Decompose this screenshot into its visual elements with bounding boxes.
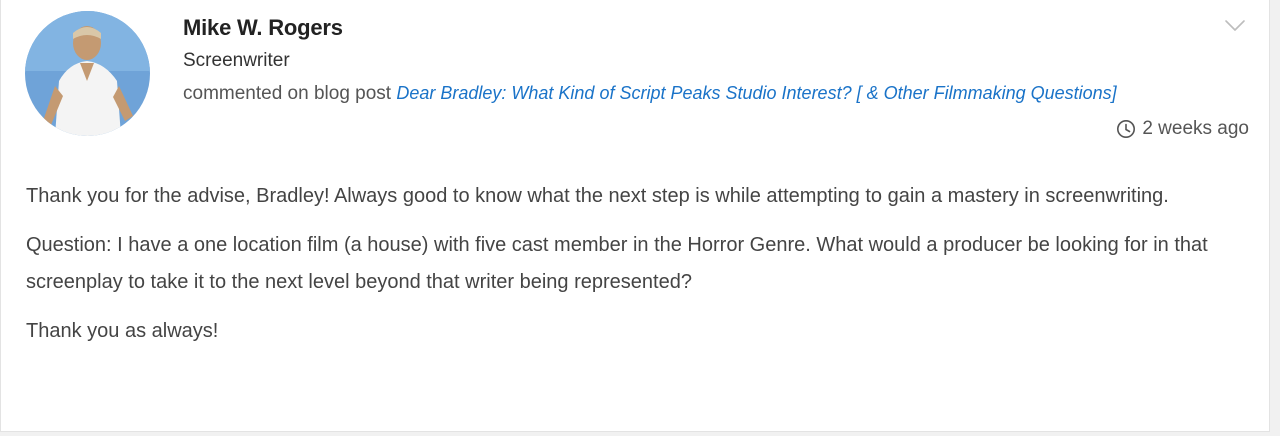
activity-line: commented on blog post Dear Bradley: Wha… <box>183 83 1117 105</box>
timestamp-label: 2 weeks ago <box>1142 118 1249 139</box>
comment-paragraph: Thank you for the advise, Bradley! Alway… <box>26 185 1169 207</box>
clock-icon <box>1116 119 1136 139</box>
timestamp: 2 weeks ago <box>1116 118 1249 140</box>
comment-body: Thank you for the advise, Bradley! Alway… <box>26 178 1246 362</box>
post-link[interactable]: Dear Bradley: What Kind of Script Peaks … <box>396 83 1116 103</box>
activity-prefix: commented on blog post <box>183 83 392 104</box>
avatar-photo <box>25 11 150 136</box>
author-role: Screenwriter <box>183 50 290 71</box>
chevron-down-icon[interactable] <box>1223 14 1247 38</box>
comment-paragraph: Thank you as always! <box>26 320 219 342</box>
author-name[interactable]: Mike W. Rogers <box>183 15 343 41</box>
activity-card: Mike W. Rogers Screenwriter commented on… <box>0 0 1270 432</box>
avatar[interactable] <box>25 11 150 136</box>
comment-paragraph: Question: I have a one location film (a … <box>26 234 1208 293</box>
